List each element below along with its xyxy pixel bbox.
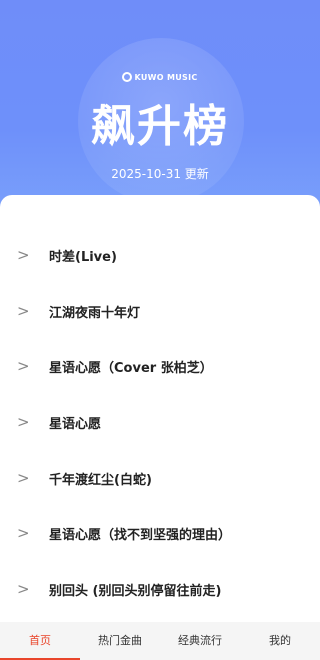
list-item[interactable]: > 星语心愿（找不到坚强的理由） (0, 513, 320, 553)
bottom-tab-bar: 首页 热门金曲 经典流行 我的 (0, 622, 320, 660)
song-title: 别回头 (别回头别停留往前走) (49, 583, 222, 599)
chevron-right-icon: > (17, 302, 30, 320)
tab-hot-songs[interactable]: 热门金曲 (80, 622, 160, 660)
chevron-right-icon: > (17, 469, 30, 487)
list-item[interactable]: > 别回头 (别回头别停留往前走) (0, 569, 320, 609)
chevron-right-icon: > (17, 524, 30, 542)
tab-home[interactable]: 首页 (0, 622, 80, 660)
chevron-right-icon: > (17, 413, 30, 431)
song-title: 江湖夜雨十年灯 (49, 305, 141, 321)
page-title: 飙升榜 (91, 101, 229, 152)
chevron-right-icon: > (17, 580, 30, 598)
list-item[interactable]: > 江湖夜雨十年灯 (0, 291, 320, 331)
song-title: 星语心愿 (49, 416, 102, 432)
list-item[interactable]: > 星语心愿 (0, 402, 320, 442)
chevron-right-icon: > (17, 357, 30, 375)
brand-name: KUWO MUSIC (134, 73, 198, 82)
list-item[interactable]: > 千年渡红尘(白蛇) (0, 458, 320, 498)
song-title: 时差(Live) (49, 249, 117, 265)
song-title: 星语心愿（找不到坚强的理由） (49, 527, 232, 543)
song-title: 千年渡红尘(白蛇) (49, 472, 152, 488)
brand-logo: KUWO MUSIC (0, 72, 320, 82)
chart-header: KUWO MUSIC 飙升榜 2025-10-31 更新 (0, 0, 320, 215)
update-date: 2025-10-31 更新 (111, 167, 209, 181)
list-item[interactable]: > 星语心愿（Cover 张柏芝） (0, 346, 320, 386)
kuwo-logo-icon (122, 72, 133, 82)
tab-classic-pop[interactable]: 经典流行 (160, 622, 240, 660)
song-title: 星语心愿（Cover 张柏芝） (49, 360, 213, 376)
chevron-right-icon: > (17, 246, 30, 264)
list-item[interactable]: > 时差(Live) (0, 235, 320, 275)
tab-mine[interactable]: 我的 (240, 622, 320, 660)
song-list: > 时差(Live) > 江湖夜雨十年灯 > 星语心愿（Cover 张柏芝） >… (0, 195, 320, 625)
